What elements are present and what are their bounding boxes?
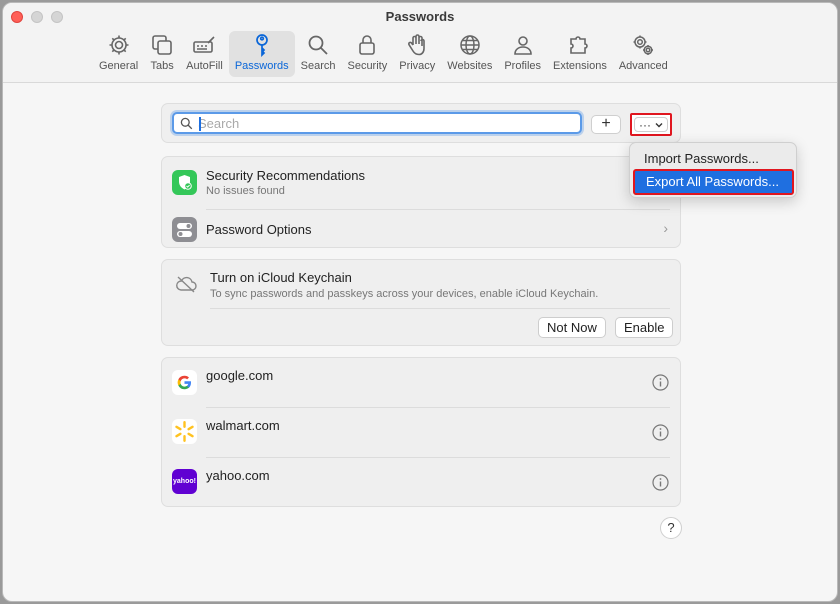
info-icon[interactable]: [652, 374, 669, 391]
tab-label: Advanced: [618, 60, 668, 72]
tab-privacy[interactable]: Privacy: [393, 31, 441, 77]
tab-label: Websites: [447, 60, 493, 72]
tab-search[interactable]: Search: [295, 31, 342, 77]
ellipsis-icon: ···: [639, 117, 651, 132]
security-options-card: Security Recommendations No issues found…: [161, 156, 681, 248]
gear-icon: [109, 35, 129, 55]
window-title: Passwords: [385, 9, 455, 24]
tab-label: Extensions: [553, 60, 607, 72]
search-bar-card: + ···: [161, 103, 681, 143]
search-icon: [180, 117, 193, 130]
preferences-window: Passwords General Tabs AutoFill Password…: [2, 2, 838, 602]
icloud-keychain-description: To sync passwords and passkeys across yo…: [210, 288, 599, 300]
more-options-button[interactable]: ···: [634, 117, 668, 132]
not-now-button[interactable]: Not Now: [538, 317, 606, 338]
text-caret: [199, 117, 201, 131]
tab-label: Privacy: [399, 60, 436, 72]
cloud-off-icon: [176, 276, 197, 293]
security-recommendations-row[interactable]: Security Recommendations No issues found: [162, 157, 680, 209]
tab-profiles[interactable]: Profiles: [498, 31, 547, 77]
search-input[interactable]: [198, 115, 568, 132]
tab-label: Profiles: [504, 60, 542, 72]
list-item[interactable]: yahoo! yahoo.com: [162, 458, 680, 507]
search-field-container[interactable]: [172, 112, 582, 134]
passwords-pane: + ··· Security Recommendations No issues…: [3, 84, 837, 601]
info-icon[interactable]: [652, 474, 669, 491]
security-recommendations-status: No issues found: [206, 185, 285, 197]
tab-extensions[interactable]: Extensions: [547, 31, 613, 77]
site-name: yahoo.com: [206, 468, 270, 483]
more-options-menu: Import Passwords... Export All Passwords…: [629, 142, 797, 198]
tab-label: Security: [347, 60, 388, 72]
tab-advanced[interactable]: Advanced: [613, 31, 674, 77]
icloud-keychain-card: Turn on iCloud Keychain To sync password…: [161, 259, 681, 346]
tab-label: Search: [300, 60, 336, 72]
add-password-button[interactable]: +: [591, 115, 621, 134]
chevron-down-icon: [655, 122, 663, 127]
tab-tabs[interactable]: Tabs: [144, 31, 180, 77]
person-icon: [513, 36, 532, 55]
tab-label: General: [99, 60, 139, 72]
yahoo-logo-icon: yahoo!: [172, 469, 197, 494]
toggles-icon: [172, 217, 197, 242]
tab-label: Passwords: [234, 60, 289, 72]
tab-websites[interactable]: Websites: [441, 31, 498, 77]
list-item[interactable]: walmart.com: [162, 408, 680, 457]
globe-icon: [460, 35, 480, 55]
autofill-icon: [193, 36, 216, 53]
tab-label: AutoFill: [186, 60, 223, 72]
list-item[interactable]: google.com: [162, 358, 680, 407]
key-icon: [255, 34, 268, 57]
site-name: walmart.com: [206, 418, 280, 433]
more-options-button-highlight[interactable]: ···: [630, 113, 672, 136]
info-icon[interactable]: [652, 424, 669, 441]
lock-icon: [359, 35, 376, 55]
icloud-keychain-title: Turn on iCloud Keychain: [210, 270, 352, 285]
tab-passwords[interactable]: Passwords: [228, 31, 295, 77]
google-logo-icon: [172, 370, 197, 395]
tab-autofill[interactable]: AutoFill: [180, 31, 229, 77]
security-recommendations-title: Security Recommendations: [206, 168, 365, 183]
help-button[interactable]: ?: [660, 517, 682, 539]
walmart-logo-icon: [172, 419, 197, 444]
export-all-passwords-menu-item[interactable]: Export All Passwords...: [633, 169, 794, 195]
password-options-row[interactable]: Password Options ›: [162, 210, 680, 248]
hand-icon: [408, 34, 426, 56]
chevron-right-icon: ›: [663, 220, 668, 236]
tab-label: Tabs: [150, 60, 174, 72]
tabs-icon: [152, 35, 172, 55]
enable-button[interactable]: Enable: [615, 317, 674, 338]
tab-general[interactable]: General: [93, 31, 144, 77]
toolbar: Passwords General Tabs AutoFill Password…: [3, 3, 837, 83]
puzzle-icon: [570, 36, 588, 54]
divider: [210, 308, 670, 309]
search-icon: [308, 35, 328, 55]
import-passwords-menu-item[interactable]: Import Passwords...: [644, 151, 759, 166]
shield-icon: [172, 170, 197, 195]
preferences-tabs: General Tabs AutoFill Passwords Search S…: [93, 31, 674, 77]
site-name: google.com: [206, 368, 274, 383]
tab-security[interactable]: Security: [341, 31, 393, 77]
password-options-title: Password Options: [206, 222, 312, 237]
saved-passwords-list: google.com walmart.com yahoo! yahoo.com: [161, 357, 681, 507]
gears-icon: [633, 35, 654, 55]
